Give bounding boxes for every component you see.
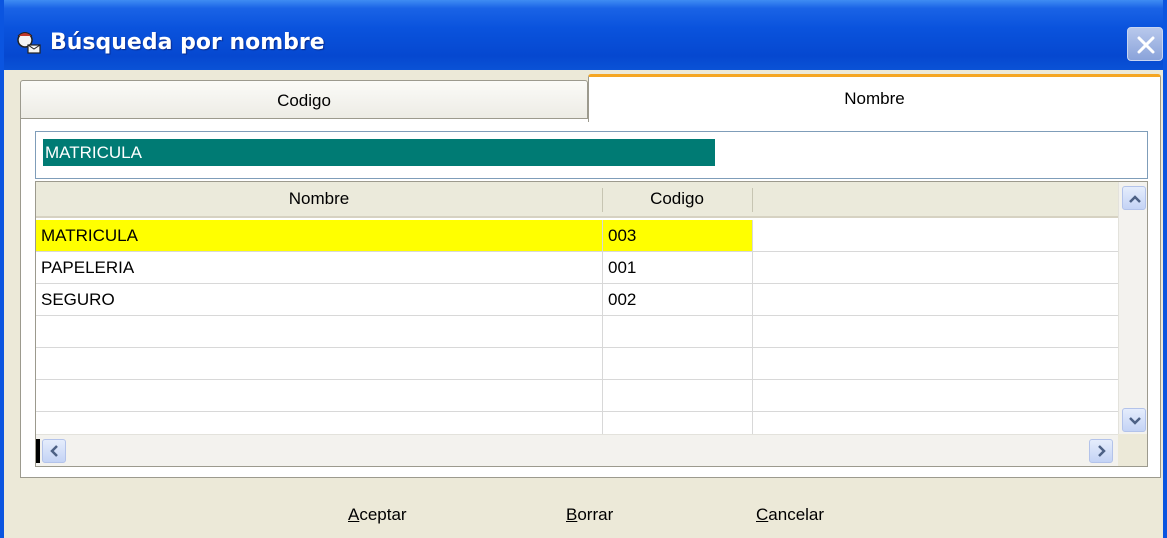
cell-empty[interactable] xyxy=(752,252,1118,283)
close-button[interactable] xyxy=(1127,27,1163,61)
column-divider[interactable] xyxy=(752,188,753,212)
horizontal-scrollbar[interactable] xyxy=(36,434,1118,466)
table-row[interactable]: SEGURO 002 xyxy=(36,284,1118,316)
table-row[interactable] xyxy=(36,316,1118,348)
grid-rows: MATRICULA 003 PAPELERIA 001 SEGURO 002 xyxy=(36,220,1118,444)
tab-nombre[interactable]: Nombre xyxy=(588,74,1161,122)
scroll-right-button[interactable] xyxy=(1089,439,1113,463)
table-row[interactable]: MATRICULA 003 xyxy=(36,220,1118,252)
vertical-scrollbar[interactable] xyxy=(1118,182,1147,436)
chevron-right-icon xyxy=(1098,445,1106,457)
chevron-left-icon xyxy=(50,445,58,457)
borrar-mnemonic: B xyxy=(566,505,578,524)
grid-header: Nombre Codigo xyxy=(36,182,1118,218)
title-bar[interactable]: Búsqueda por nombre xyxy=(4,0,1163,70)
borrar-button[interactable]: Borrar xyxy=(566,505,613,525)
column-header-codigo[interactable]: Codigo xyxy=(602,182,752,216)
cell-nombre[interactable]: SEGURO xyxy=(36,284,602,315)
cancelar-mnemonic: C xyxy=(756,505,769,524)
results-grid: Nombre Codigo MATRICULA 003 PAPELERIA 00… xyxy=(35,181,1148,467)
table-row[interactable]: PAPELERIA 001 xyxy=(36,252,1118,284)
dialog-title: Búsqueda por nombre xyxy=(50,30,325,55)
chevron-down-icon xyxy=(1129,417,1141,425)
cell-nombre[interactable]: MATRICULA xyxy=(36,220,602,251)
scroll-left-button[interactable] xyxy=(42,439,66,463)
cell-codigo[interactable]: 001 xyxy=(602,252,752,283)
cell-empty[interactable] xyxy=(752,284,1118,315)
cell-empty[interactable] xyxy=(752,348,1118,379)
table-row[interactable] xyxy=(36,380,1118,412)
app-icon xyxy=(17,32,41,54)
cell-nombre[interactable] xyxy=(36,316,602,347)
cell-codigo[interactable]: 002 xyxy=(602,284,752,315)
scroll-down-button[interactable] xyxy=(1122,408,1146,432)
cell-nombre[interactable]: PAPELERIA xyxy=(36,252,602,283)
cell-nombre[interactable] xyxy=(36,348,602,379)
cancelar-label: ancelar xyxy=(768,505,825,524)
tab-codigo[interactable]: Codigo xyxy=(20,80,588,120)
search-selected-text: MATRICULA xyxy=(43,139,715,166)
tab-panel: MATRICULA Nombre Codigo MATRICULA 003 PA… xyxy=(20,118,1161,478)
search-input[interactable]: MATRICULA xyxy=(35,131,1148,179)
close-icon xyxy=(1137,36,1155,54)
aceptar-button[interactable]: Aceptar xyxy=(348,505,407,525)
cell-empty[interactable] xyxy=(752,220,1118,251)
cell-codigo[interactable] xyxy=(602,348,752,379)
cell-codigo[interactable] xyxy=(602,380,752,411)
cell-empty[interactable] xyxy=(752,380,1118,411)
cell-empty[interactable] xyxy=(752,316,1118,347)
table-row[interactable] xyxy=(36,348,1118,380)
aceptar-mnemonic: A xyxy=(348,505,360,524)
cell-codigo[interactable] xyxy=(602,316,752,347)
chevron-up-icon xyxy=(1129,195,1141,203)
column-header-nombre[interactable]: Nombre xyxy=(36,182,602,216)
search-dialog: Búsqueda por nombre Codigo Nombre MATRIC… xyxy=(0,0,1167,538)
cell-nombre[interactable] xyxy=(36,380,602,411)
tab-strip: Codigo Nombre xyxy=(18,74,1161,122)
scroll-up-button[interactable] xyxy=(1122,186,1146,210)
scrollbar-corner xyxy=(1118,434,1147,466)
aceptar-label: ceptar xyxy=(359,505,407,524)
borrar-label: orrar xyxy=(577,505,614,524)
cell-codigo[interactable]: 003 xyxy=(602,220,752,251)
grid-focus-marker xyxy=(36,439,40,463)
cancelar-button[interactable]: Cancelar xyxy=(756,505,824,525)
